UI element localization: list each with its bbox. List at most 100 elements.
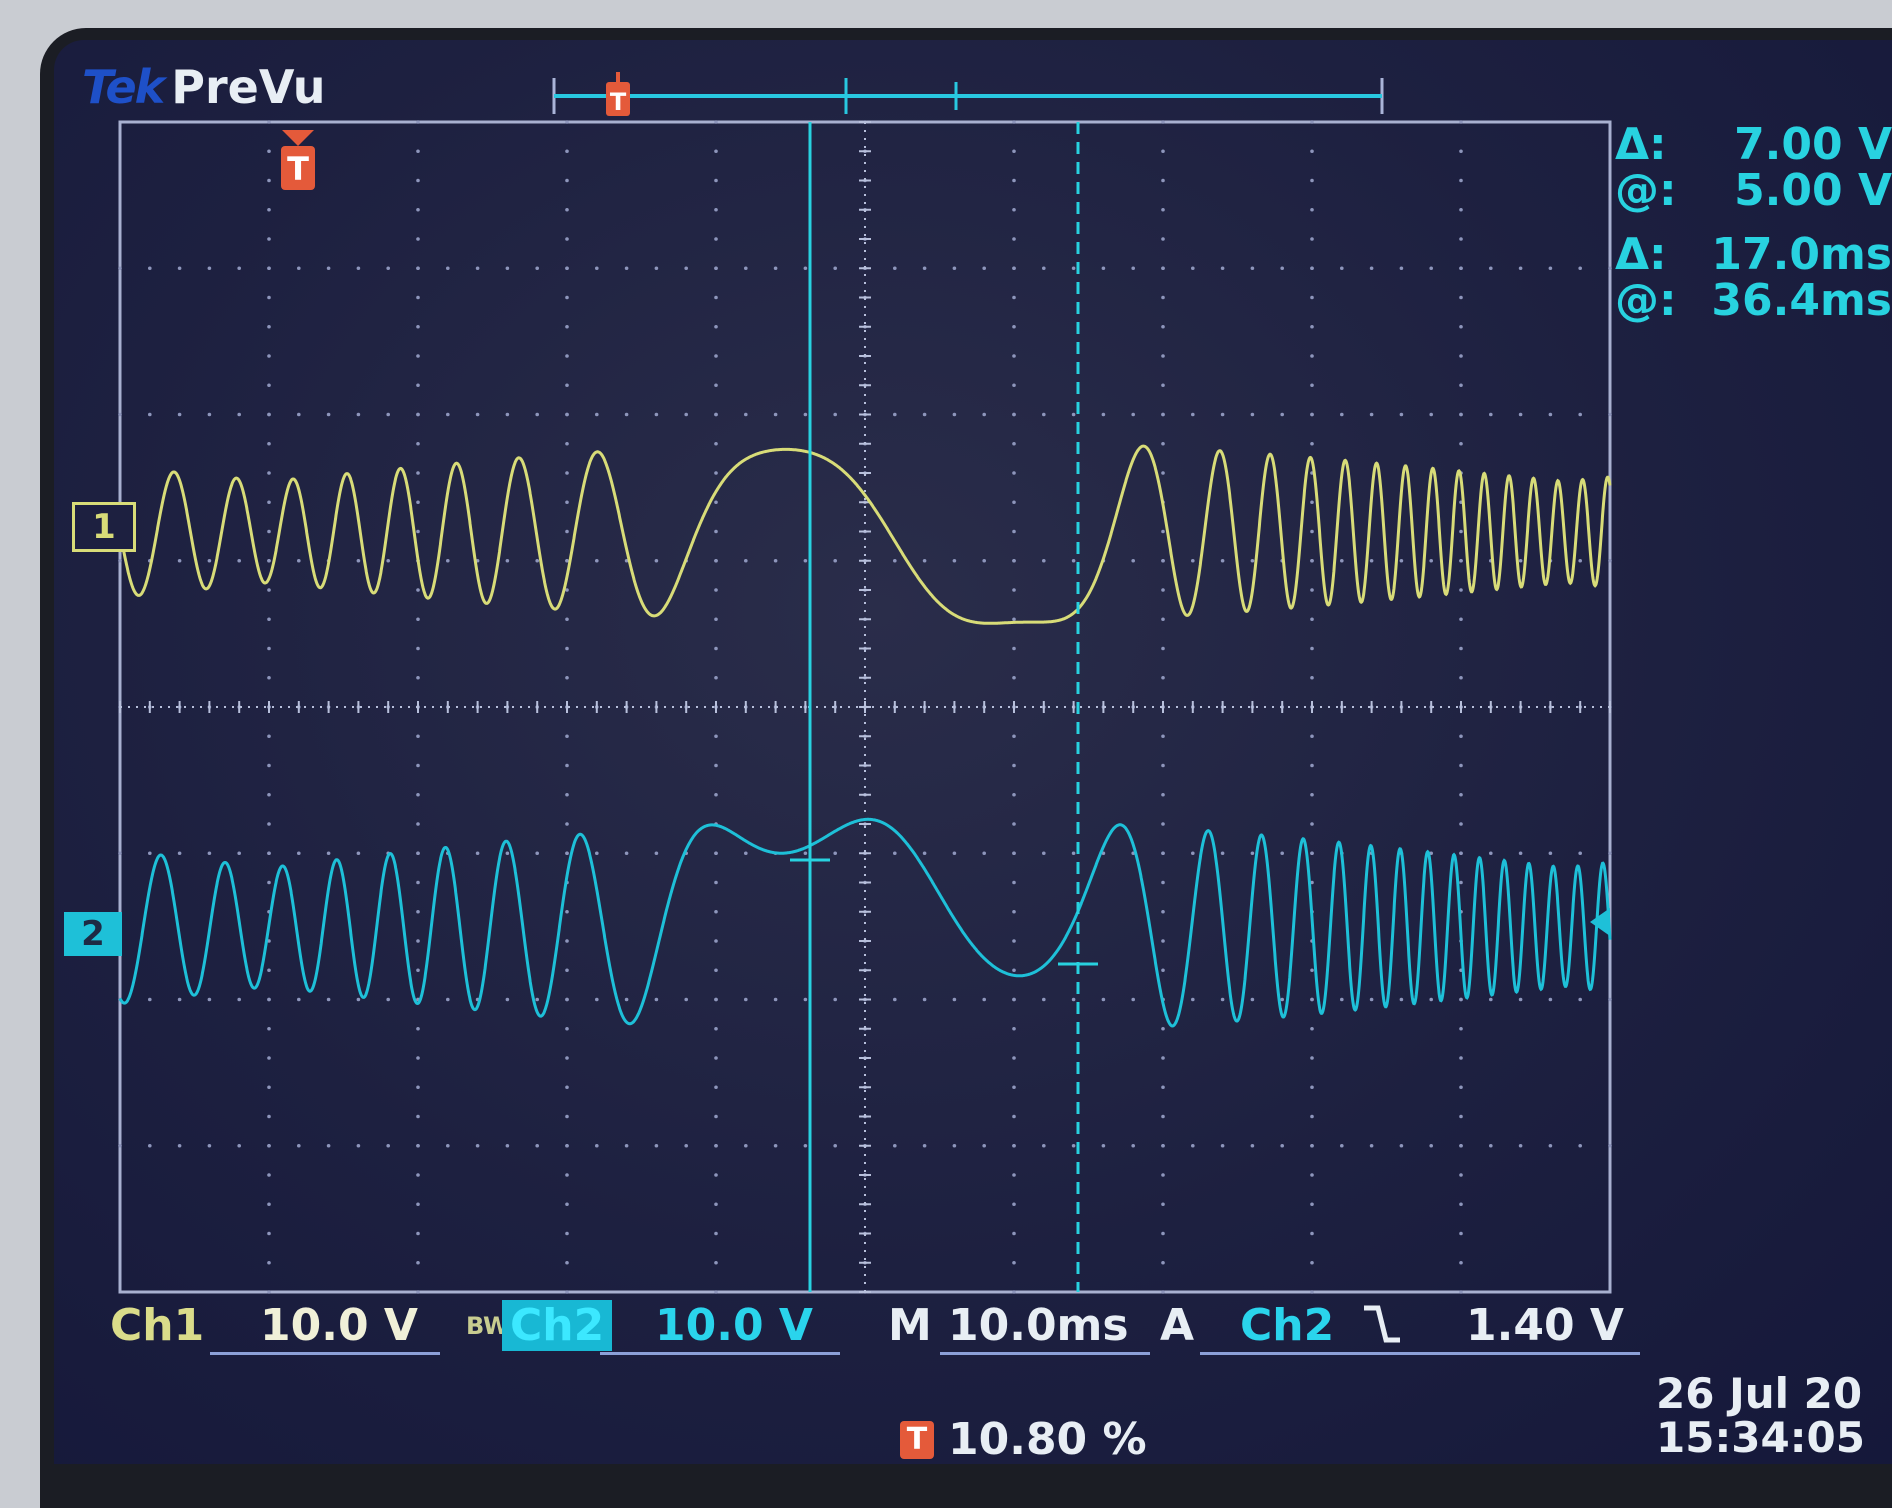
grid-dot (1042, 412, 1046, 417)
readout-value: 36.4ms (1711, 275, 1892, 326)
grid-dot (1459, 997, 1463, 1002)
grid-dot (267, 207, 271, 212)
grid-dot (1369, 997, 1374, 1002)
grid-dot (1489, 1143, 1493, 1148)
grid-dot (1161, 1114, 1165, 1119)
grid-dot (714, 178, 718, 183)
grid-dot (893, 558, 897, 563)
grid-dot (505, 1143, 510, 1148)
grid-dot (1220, 558, 1225, 563)
grid-dot (1399, 558, 1404, 563)
grid-dot (1310, 207, 1314, 212)
grid-dot (952, 851, 957, 856)
grid-dot (1310, 763, 1314, 768)
grid-dot (1578, 558, 1582, 563)
grid-dot (1161, 968, 1165, 973)
grid-dot (1101, 266, 1106, 271)
grid-dot (326, 997, 331, 1002)
grid-dot (1310, 1231, 1314, 1236)
grid-dot (1578, 997, 1582, 1002)
grid-dot (267, 763, 271, 768)
grid-dot (952, 558, 957, 563)
grid-dot (1608, 851, 1612, 856)
grid-dot (1518, 266, 1523, 271)
grid-dot (565, 1143, 569, 1148)
grid-dot (1161, 1056, 1165, 1060)
grid-dot (1161, 851, 1165, 856)
grid-dot (982, 266, 986, 271)
grid-dot (565, 383, 569, 388)
grid-dot (1250, 412, 1255, 417)
grid-dot (1012, 1026, 1016, 1031)
grid-dot (1042, 266, 1046, 271)
acquisition-mode: PreVu (171, 60, 326, 114)
grid-dot (267, 734, 271, 739)
ch2-underline (600, 1352, 840, 1355)
grid-dot (1578, 266, 1582, 271)
grid-dot (1012, 354, 1016, 358)
grid-dot (177, 997, 182, 1002)
trigger-source[interactable]: Ch2 (1240, 1300, 1334, 1351)
grid-dot (267, 1026, 271, 1031)
grid-dot (416, 471, 420, 475)
ch1-ground-marker[interactable]: 1 (72, 502, 136, 552)
status-bar: Ch1 10.0 V BW Ch2 10.0 V M 10.0ms A Ch2 … (110, 1300, 1670, 1356)
grid-dot (416, 237, 420, 241)
grid-dot (207, 851, 212, 856)
grid-dot (744, 997, 748, 1002)
grid-dot (744, 412, 748, 417)
grid-dot (565, 1114, 569, 1119)
grid-dot (1310, 734, 1314, 739)
grid-dot (1489, 412, 1493, 417)
grid-dot (1459, 266, 1463, 271)
grid-dot (1161, 207, 1165, 212)
grid-dot (1459, 1143, 1463, 1148)
grid-dot (416, 617, 420, 622)
grid-dot (714, 1260, 718, 1265)
grid-dot (267, 295, 271, 300)
grid-dot (1310, 851, 1314, 856)
grid-dot (565, 1173, 569, 1177)
graticule-svg (118, 120, 1612, 1294)
grid-dot (1012, 822, 1016, 826)
grid-dot (1310, 1056, 1314, 1060)
grid-dot (1310, 149, 1314, 154)
grid-dot (416, 939, 420, 943)
grid-dot (714, 646, 718, 651)
grid-dot (416, 149, 420, 154)
grid-dot (565, 120, 569, 124)
svg-text:T: T (610, 88, 627, 116)
ch1-label[interactable]: Ch1 (110, 1300, 204, 1351)
grid-dot (565, 441, 569, 446)
brand-logo: Tek PreVu (82, 60, 326, 114)
grid-dot (624, 997, 629, 1002)
cursor-readouts: Δ: 7.00 V @: 5.00 V Δ: 17.0ms @: 36.4ms (1615, 122, 1892, 324)
grid-dot (1459, 1026, 1463, 1031)
grid-dot (773, 266, 778, 271)
grid-dot (1429, 266, 1433, 271)
grid-dot (833, 412, 837, 417)
grid-dot (1161, 1085, 1165, 1090)
grid-dot (565, 1026, 569, 1031)
grid-dot (475, 266, 480, 271)
grid-dot (267, 968, 271, 973)
grid-dot (982, 997, 986, 1002)
grid-dot (565, 178, 569, 183)
grid-dot (714, 500, 718, 505)
grid-dot (237, 558, 241, 563)
grid-dot (416, 1231, 420, 1236)
grid-dot (1429, 412, 1433, 417)
grid-dot (1042, 997, 1046, 1002)
grid-dot (1459, 149, 1463, 154)
grid-dot (1012, 588, 1016, 592)
grid-dot (1250, 1143, 1255, 1148)
grid-dot (1012, 324, 1016, 329)
grid-dot (744, 558, 748, 563)
ch2-label[interactable]: Ch2 (502, 1300, 613, 1351)
grid-dot (416, 295, 420, 300)
ch2-ground-marker[interactable]: 2 (64, 912, 122, 956)
grid-dot (1340, 997, 1344, 1002)
grid-dot (1250, 266, 1255, 271)
grid-dot (1459, 354, 1463, 358)
grid-dot (714, 1114, 718, 1119)
